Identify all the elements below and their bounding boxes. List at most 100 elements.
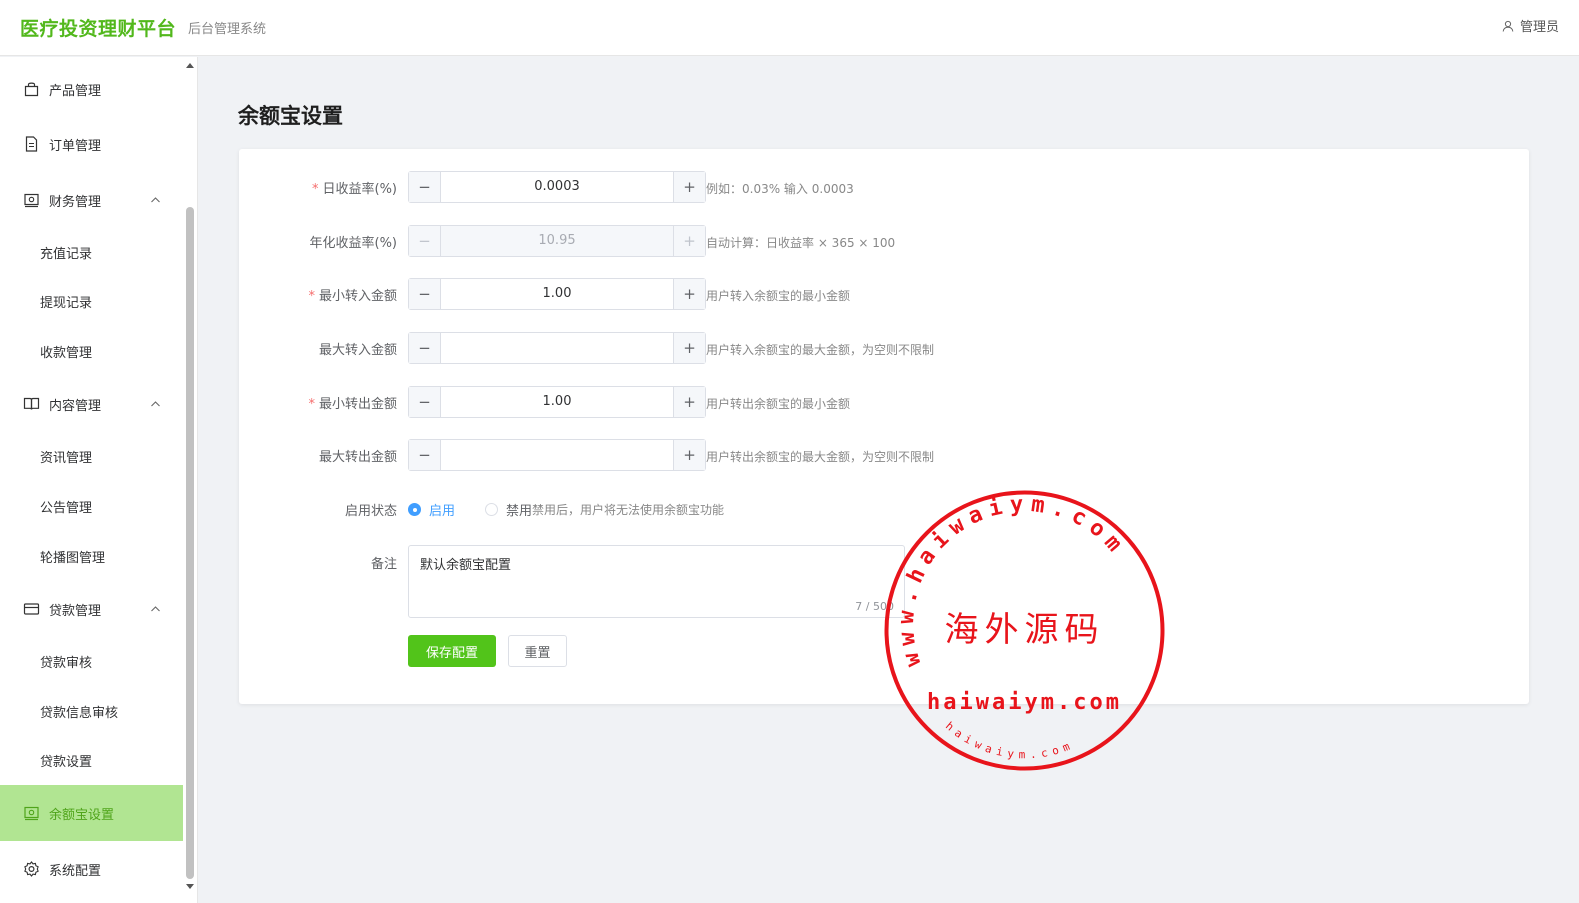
annual-rate-input: 10.95 <box>441 226 673 256</box>
sidebar-item-label: 系统配置 <box>49 863 102 879</box>
sidebar-item-label: 订单管理 <box>49 138 102 154</box>
field-label: * 最小转出金额 <box>308 393 397 412</box>
sidebar-item-notice[interactable]: 公告管理 <box>0 481 183 531</box>
form-row-min-out: * 最小转出金额 − 1.00 + 用户转出余额宝的最小金额 <box>239 386 1529 418</box>
min-in-input[interactable]: 1.00 <box>441 279 673 309</box>
user-menu[interactable]: 管理员 <box>1502 16 1559 35</box>
decrement-button[interactable]: − <box>409 387 441 417</box>
decrement-button: − <box>409 226 441 256</box>
sidebar-item-recharge[interactable]: 充值记录 <box>0 227 183 277</box>
radio-circle[interactable] <box>485 503 499 516</box>
sidebar-item-banner[interactable]: 轮播图管理 <box>0 531 183 581</box>
increment-button[interactable]: + <box>673 279 705 309</box>
reset-button[interactable]: 重置 <box>508 635 567 667</box>
increment-button[interactable]: + <box>673 172 705 202</box>
sidebar-item-label: 轮播图管理 <box>40 550 106 566</box>
wallet-icon <box>24 806 39 821</box>
chevron-up-icon <box>151 197 160 203</box>
annual-rate-stepper: − 10.95 + <box>408 225 706 257</box>
increment-button[interactable]: + <box>673 333 705 363</box>
min-out-input[interactable]: 1.00 <box>441 387 673 417</box>
sidebar-item-yuebao-settings[interactable]: 余额宝设置 <box>0 785 183 841</box>
max-out-stepper[interactable]: − + <box>408 439 706 471</box>
min-in-stepper[interactable]: − 1.00 + <box>408 278 706 310</box>
field-hint: 用户转出余额宝的最大金额，为空则不限制 <box>706 450 935 464</box>
form-row-max-out: 最大转出金额 − + 用户转出余额宝的最大金额，为空则不限制 <box>239 439 1529 471</box>
max-in-stepper[interactable]: − + <box>408 332 706 364</box>
sidebar-item-payment[interactable]: 收款管理 <box>0 326 183 376</box>
app-subtitle: 后台管理系统 <box>188 22 267 37</box>
decrement-button[interactable]: − <box>409 172 441 202</box>
sidebar-item-label: 资讯管理 <box>40 450 93 466</box>
field-hint: 自动计算：日收益率 × 365 × 100 <box>706 236 896 250</box>
daily-rate-input[interactable]: 0.0003 <box>441 172 673 202</box>
remark-textarea[interactable]: 默认余额宝配置 7 / 500 <box>408 545 905 618</box>
required-mark: * <box>308 289 315 304</box>
form-row-annual-rate: 年化收益率(%) − 10.95 + 自动计算：日收益率 × 365 × 100 <box>239 225 1529 257</box>
field-label: * 日收益率(%) <box>312 178 397 197</box>
sidebar-item-label: 收款管理 <box>40 345 93 361</box>
form-row-max-in: 最大转入金额 − + 用户转入余额宝的最大金额，为空则不限制 <box>239 332 1529 364</box>
top-header: 医疗投资理财平台 后台管理系统 管理员 <box>0 0 1579 56</box>
scroll-down-arrow[interactable] <box>186 884 194 889</box>
status-hint: 禁用后，用户将无法使用余额宝功能 <box>532 503 725 517</box>
sidebar-item-finance[interactable]: 财务管理 <box>0 172 183 228</box>
form-row-daily-rate: * 日收益率(%) − 0.0003 + 例如：0.03% 输入 0.0003 <box>239 171 1529 203</box>
bag-icon <box>24 82 39 97</box>
required-mark: * <box>312 182 319 197</box>
field-label: * 最小转入金额 <box>308 285 397 304</box>
sidebar-item-label: 充值记录 <box>40 246 93 262</box>
sidebar-item-loan-audit[interactable]: 贷款审核 <box>0 636 183 686</box>
remark-value: 默认余额宝配置 <box>420 558 512 573</box>
watermark-stamp: www.haiwaiym.com 海外源码 haiwaiym.com haiwa… <box>884 490 1165 771</box>
sidebar-item-orders[interactable]: 订单管理 <box>0 116 183 172</box>
decrement-button[interactable]: − <box>409 333 441 363</box>
app-brand[interactable]: 医疗投资理财平台 <box>20 14 176 41</box>
gear-icon <box>24 861 39 877</box>
card-icon <box>23 603 40 615</box>
sidebar-item-label: 提现记录 <box>40 295 93 311</box>
radio-circle[interactable] <box>408 503 421 516</box>
sidebar-item-loan-info-audit[interactable]: 贷款信息审核 <box>0 686 183 736</box>
sidebar-item-label: 贷款审核 <box>40 655 93 671</box>
sidebar-item-loan-settings[interactable]: 贷款设置 <box>0 735 183 785</box>
sidebar: 产品管理 订单管理 财务管理 充值记录 提现记录 收款管理 内容管理 资讯管理 … <box>0 57 198 903</box>
chevron-up-icon <box>151 401 160 407</box>
field-label: 最大转入金额 <box>319 339 397 358</box>
radio-enabled[interactable]: 启用 <box>408 500 455 519</box>
field-label: 最大转出金额 <box>319 446 397 465</box>
stamp-domain-text: haiwaiym.com <box>927 690 1122 715</box>
user-name: 管理员 <box>1519 20 1559 35</box>
min-out-stepper[interactable]: − 1.00 + <box>408 386 706 418</box>
sidebar-scrollbar[interactable] <box>186 207 194 879</box>
sidebar-item-loan[interactable]: 贷款管理 <box>0 581 183 637</box>
field-label: 年化收益率(%) <box>310 232 398 251</box>
increment-button[interactable]: + <box>673 440 705 470</box>
form-row-min-in: * 最小转入金额 − 1.00 + 用户转入余额宝的最小金额 <box>239 278 1529 310</box>
daily-rate-stepper[interactable]: − 0.0003 + <box>408 171 706 203</box>
sidebar-item-label: 内容管理 <box>49 398 102 414</box>
decrement-button[interactable]: − <box>409 279 441 309</box>
sidebar-item-content[interactable]: 内容管理 <box>0 376 183 432</box>
decrement-button[interactable]: − <box>409 440 441 470</box>
document-icon <box>25 136 38 152</box>
max-out-input[interactable] <box>441 440 673 470</box>
field-label-text: 最小转出金额 <box>318 397 397 412</box>
save-button[interactable]: 保存配置 <box>408 635 496 667</box>
increment-button: + <box>673 226 705 256</box>
sidebar-item-label: 财务管理 <box>49 194 102 210</box>
radio-disabled[interactable]: 禁用 <box>485 500 532 519</box>
status-radio-group: 启用 禁用 禁用后，用户将无法使用余额宝功能 <box>408 500 724 519</box>
max-in-input[interactable] <box>441 333 673 363</box>
increment-button[interactable]: + <box>673 387 705 417</box>
sidebar-item-news[interactable]: 资讯管理 <box>0 431 183 481</box>
sidebar-item-withdraw[interactable]: 提现记录 <box>0 276 183 326</box>
sidebar-item-label: 余额宝设置 <box>49 807 115 823</box>
page-title: 余额宝设置 <box>238 104 343 128</box>
sidebar-item-system-config[interactable]: 系统配置 <box>0 841 183 897</box>
user-icon <box>1502 20 1514 32</box>
required-mark: * <box>308 397 315 412</box>
sidebar-item-products[interactable]: 产品管理 <box>0 61 183 117</box>
field-label-text: 最大转入金额 <box>318 343 397 358</box>
scroll-up-arrow[interactable] <box>186 63 194 68</box>
